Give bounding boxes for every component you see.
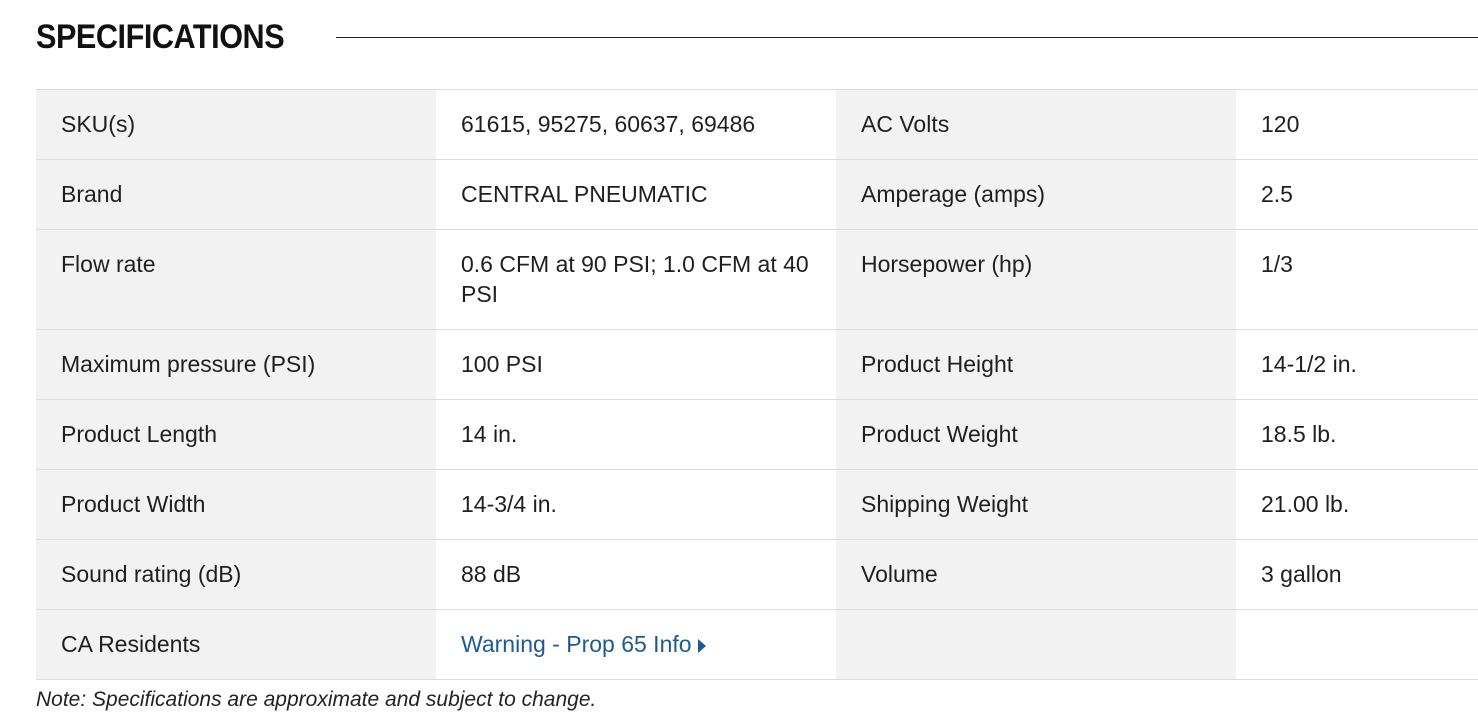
specifications-header: SPECIFICATIONS (36, 14, 1478, 60)
spec-value: CENTRAL PNEUMATIC (436, 159, 836, 230)
table-row: Sound rating (dB) 88 dB Volume 3 gallon (36, 539, 1478, 610)
caret-right-icon (697, 639, 706, 653)
table-row: CA Residents Warning - Prop 65 Info (36, 609, 1478, 680)
spec-label: Maximum pressure (PSI) (36, 329, 436, 400)
spec-value: Warning - Prop 65 Info (436, 609, 836, 680)
prop65-link-text: Warning - Prop 65 Info (461, 631, 692, 657)
spec-label: Product Width (36, 469, 436, 540)
spec-value: 14-3/4 in. (436, 469, 836, 540)
spec-label: Flow rate (36, 229, 436, 330)
spec-label: Sound rating (dB) (36, 539, 436, 610)
spec-label: CA Residents (36, 609, 436, 680)
spec-label: Product Height (836, 329, 1236, 400)
spec-value: 1/3 (1236, 229, 1478, 330)
specifications-note: Note: Specifications are approximate and… (36, 688, 597, 711)
prop65-warning-link[interactable]: Warning - Prop 65 Info (461, 631, 706, 657)
spec-label: Product Length (36, 399, 436, 470)
spec-label: Horsepower (hp) (836, 229, 1236, 330)
header-divider (335, 36, 1478, 38)
spec-value: 100 PSI (436, 329, 836, 400)
spec-value: 61615, 95275, 60637, 69486 (436, 89, 836, 160)
spec-label: Brand (36, 159, 436, 230)
table-row: Brand CENTRAL PNEUMATIC Amperage (amps) … (36, 159, 1478, 230)
spec-label (836, 609, 1236, 680)
spec-value: 14 in. (436, 399, 836, 470)
spec-value: 2.5 (1236, 159, 1478, 230)
table-row: SKU(s) 61615, 95275, 60637, 69486 AC Vol… (36, 89, 1478, 160)
spec-value: 21.00 lb. (1236, 469, 1478, 540)
spec-label: Shipping Weight (836, 469, 1236, 540)
table-row: Flow rate 0.6 CFM at 90 PSI; 1.0 CFM at … (36, 229, 1478, 330)
spec-label: SKU(s) (36, 89, 436, 160)
spec-label: AC Volts (836, 89, 1236, 160)
table-row: Product Width 14-3/4 in. Shipping Weight… (36, 469, 1478, 540)
specifications-table: SKU(s) 61615, 95275, 60637, 69486 AC Vol… (36, 89, 1478, 680)
spec-value: 0.6 CFM at 90 PSI; 1.0 CFM at 40 PSI (436, 229, 836, 330)
spec-value: 14-1/2 in. (1236, 329, 1478, 400)
spec-label: Product Weight (836, 399, 1236, 470)
section-title: SPECIFICATIONS (36, 17, 285, 56)
spec-value: 120 (1236, 89, 1478, 160)
spec-value: 18.5 lb. (1236, 399, 1478, 470)
spec-value: 88 dB (436, 539, 836, 610)
spec-value: 3 gallon (1236, 539, 1478, 610)
spec-label: Amperage (amps) (836, 159, 1236, 230)
table-row: Maximum pressure (PSI) 100 PSI Product H… (36, 329, 1478, 400)
spec-value (1236, 609, 1478, 680)
spec-label: Volume (836, 539, 1236, 610)
table-row: Product Length 14 in. Product Weight 18.… (36, 399, 1478, 470)
